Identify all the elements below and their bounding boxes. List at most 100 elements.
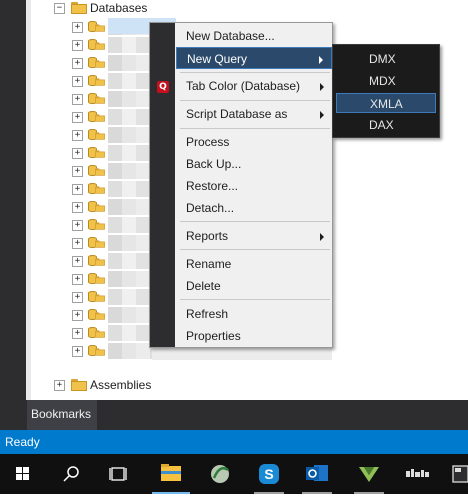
- expand-icon[interactable]: +: [72, 58, 83, 69]
- folder-icon: [71, 2, 87, 14]
- menu-item-detach[interactable]: Detach...: [176, 197, 332, 219]
- expand-icon[interactable]: +: [72, 130, 83, 141]
- new-query-submenu[interactable]: DMX MDX XMLA DAX: [332, 44, 440, 138]
- redacted-name-block: [122, 55, 136, 71]
- panel-left-border: [0, 0, 26, 400]
- menu-item-new-query[interactable]: New Query: [176, 47, 332, 69]
- windows-taskbar: S: [0, 454, 468, 494]
- redacted-name-block: [136, 307, 150, 323]
- expand-icon[interactable]: +: [72, 76, 83, 87]
- redacted-name-block: [122, 307, 136, 323]
- bookmarks-tab[interactable]: Bookmarks: [27, 400, 97, 430]
- menu-item-properties[interactable]: Properties: [176, 325, 332, 347]
- database-folder-icon: [95, 78, 105, 86]
- remote-app-icon[interactable]: [394, 454, 440, 494]
- menu-item-tab-color[interactable]: Tab Color (Database): [176, 75, 332, 97]
- tree-node-assemblies[interactable]: + Assemblies: [26, 377, 468, 395]
- expand-icon[interactable]: +: [72, 112, 83, 123]
- database-folder-icon: [95, 168, 105, 176]
- database-folder-icon: [95, 186, 105, 194]
- task-view-icon[interactable]: [96, 454, 142, 494]
- redacted-name-block: [136, 343, 150, 359]
- submenu-item-dmx[interactable]: DMX: [336, 49, 436, 69]
- database-folder-icon: [95, 96, 105, 104]
- context-menu[interactable]: Q New Database... New Query Tab Color (D…: [149, 22, 333, 348]
- database-folder-icon: [95, 24, 105, 32]
- menu-item-new-database[interactable]: New Database...: [176, 25, 332, 47]
- expand-icon[interactable]: +: [54, 380, 65, 391]
- menu-separator: [180, 72, 330, 73]
- database-folder-icon: [95, 312, 105, 320]
- analysis-services-icon: Q: [157, 81, 169, 93]
- redacted-name-block: [108, 271, 122, 287]
- redacted-name-block: [136, 217, 150, 233]
- redacted-name-block: [122, 289, 136, 305]
- databases-label: Databases: [90, 1, 148, 15]
- expand-icon[interactable]: +: [72, 184, 83, 195]
- collapse-icon[interactable]: −: [54, 3, 65, 14]
- redacted-name-block: [152, 346, 332, 360]
- submenu-arrow-icon: [319, 56, 323, 64]
- terminal-icon[interactable]: [444, 454, 468, 494]
- redacted-name-block: [136, 145, 150, 161]
- expand-icon[interactable]: +: [72, 256, 83, 267]
- skype-icon[interactable]: S: [246, 454, 292, 494]
- menu-item-process[interactable]: Process: [176, 131, 332, 153]
- expand-icon[interactable]: +: [72, 22, 83, 33]
- menu-item-rename[interactable]: Rename: [176, 253, 332, 275]
- redacted-name-block: [108, 145, 122, 161]
- redacted-name-block: [122, 235, 136, 251]
- expand-icon[interactable]: +: [72, 292, 83, 303]
- menu-item-back-up[interactable]: Back Up...: [176, 153, 332, 175]
- folder-icon: [71, 379, 87, 391]
- expand-icon[interactable]: +: [72, 274, 83, 285]
- redacted-name-block: [108, 163, 122, 179]
- expand-icon[interactable]: +: [72, 94, 83, 105]
- redacted-name-block: [136, 289, 150, 305]
- redacted-name-block: [122, 199, 136, 215]
- redacted-name-block: [136, 235, 150, 251]
- bottom-tab-strip: Bookmarks: [0, 400, 468, 430]
- redacted-name-block: [136, 109, 150, 125]
- redacted-name-block: [122, 217, 136, 233]
- menu-item-script-database-as[interactable]: Script Database as: [176, 103, 332, 125]
- expand-icon[interactable]: +: [72, 40, 83, 51]
- database-folder-icon: [95, 204, 105, 212]
- submenu-item-mdx[interactable]: MDX: [336, 71, 436, 91]
- expand-icon[interactable]: +: [72, 310, 83, 321]
- tree-node-databases[interactable]: − Databases: [26, 0, 468, 18]
- redacted-name-block: [108, 343, 122, 359]
- expand-icon[interactable]: +: [72, 166, 83, 177]
- expand-icon[interactable]: +: [72, 202, 83, 213]
- visual-studio-icon[interactable]: [346, 454, 392, 494]
- expand-icon[interactable]: +: [72, 328, 83, 339]
- database-folder-icon: [95, 42, 105, 50]
- expand-icon[interactable]: +: [72, 346, 83, 357]
- svg-text:S: S: [264, 466, 273, 482]
- menu-separator: [180, 100, 330, 101]
- assemblies-label: Assemblies: [90, 378, 152, 392]
- file-explorer-icon[interactable]: [148, 454, 194, 494]
- expand-icon[interactable]: +: [72, 148, 83, 159]
- menu-item-reports[interactable]: Reports: [176, 225, 332, 247]
- search-icon[interactable]: [48, 454, 94, 494]
- expand-icon[interactable]: +: [72, 238, 83, 249]
- database-folder-icon: [95, 330, 105, 338]
- database-folder-icon: [95, 240, 105, 248]
- expand-icon[interactable]: +: [72, 220, 83, 231]
- redacted-name-block: [122, 91, 136, 107]
- menu-icon-gutter: [150, 23, 175, 347]
- sql-management-studio-icon[interactable]: [198, 454, 244, 494]
- redacted-name-block: [108, 325, 122, 341]
- menu-item-restore[interactable]: Restore...: [176, 175, 332, 197]
- menu-item-delete[interactable]: Delete: [176, 275, 332, 297]
- menu-item-refresh[interactable]: Refresh: [176, 303, 332, 325]
- submenu-item-dax[interactable]: DAX: [336, 115, 436, 135]
- redacted-name-block: [108, 199, 122, 215]
- outlook-icon[interactable]: [294, 454, 340, 494]
- redacted-name-block: [122, 127, 136, 143]
- redacted-name-block: [136, 127, 150, 143]
- redacted-name-block: [122, 253, 136, 269]
- submenu-item-xmla[interactable]: XMLA: [336, 93, 436, 113]
- windows-start-icon[interactable]: [0, 454, 46, 494]
